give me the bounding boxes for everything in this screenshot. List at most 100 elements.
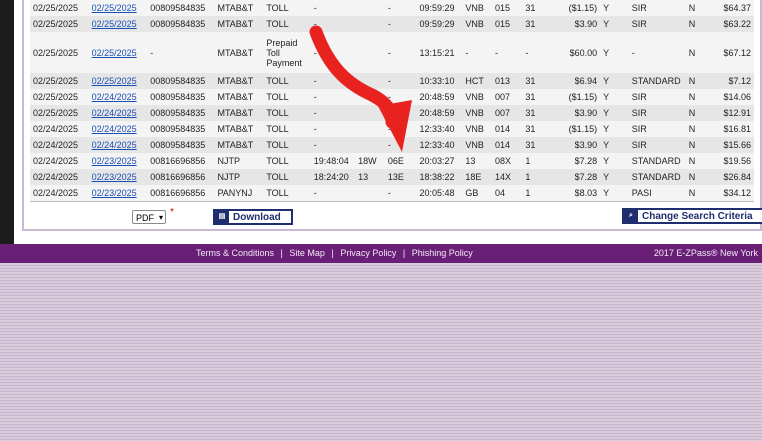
cell-tag-number: 00816696856 [150,172,206,182]
cell-balance: $63.22 [723,19,751,29]
cell-description: TOLL [266,3,289,13]
footer-link-privacy[interactable]: Privacy Policy [340,248,396,258]
cell-description: Prepaid Toll Payment [266,37,302,68]
cell-tag-number: 00816696856 [150,188,206,198]
cell-vehicle-class: 31 [525,108,536,118]
cell-exit-plaza: 13 [465,156,476,166]
cell-y-flag: Y [603,76,610,86]
cell-transaction-date[interactable]: 02/23/2025 [89,185,148,201]
cell-entry-plaza [355,137,385,153]
cell-vehicle-class: 31 [525,92,536,102]
cell-vehicle-class: 31 [525,3,536,13]
cell-posted-date: 02/25/2025 [33,3,79,13]
cell-entry-time: - [313,108,317,118]
cell-y-flag: Y [603,124,610,134]
cell-balance: $16.81 [723,124,751,134]
cell-transaction-date[interactable]: 02/24/2025 [89,121,148,137]
table-row: 02/24/2025 02/24/2025 00809584835 MTAB&T TOL… [30,137,754,153]
download-icon: ▤ [215,211,229,223]
export-format-select[interactable]: PDF ▾ [132,210,166,224]
cell-entry-lane: - [387,19,391,29]
cell-entry-time: - [313,76,317,86]
cell-plan-rate: SIR [631,140,647,150]
cell-posted-date: 02/24/2025 [33,140,79,150]
cell-plan-rate: SIR [631,124,647,134]
cell-y-flag: Y [603,19,610,29]
cell-exit-time: 12:33:40 [419,124,455,134]
cell-transaction-date[interactable]: 02/25/2025 [89,73,148,89]
cell-entry-lane: 13E [387,172,404,182]
cell-entry-plaza [355,0,385,16]
cell-n-flag: N [688,124,696,134]
cell-plan-rate: STANDARD [631,172,681,182]
footer-separator: | [331,248,334,258]
cell-plan-rate: PASI [631,188,652,198]
cell-tag-number: 00809584835 [150,19,206,29]
cell-amount: $7.28 [574,172,598,182]
content-frame: 02/25/2025 02/25/2025 00809584835 MTAB&T TOL… [14,0,762,244]
chevron-down-icon: ▾ [158,213,163,222]
footer-link-phishing[interactable]: Phishing Policy [412,248,473,258]
download-button[interactable]: ▤ Download [213,209,293,225]
cell-tag-number: 00809584835 [150,140,206,150]
footer-link-sitemap[interactable]: Site Map [289,248,325,258]
cell-agency: MTAB&T [217,19,254,29]
cell-transaction-date[interactable]: 02/23/2025 [89,153,148,169]
cell-n-flag: N [688,47,696,58]
cell-balance: $12.91 [723,108,751,118]
transactions-panel: 02/25/2025 02/25/2025 00809584835 MTAB&T TOL… [22,0,762,231]
cell-transaction-date[interactable]: 02/23/2025 [89,169,148,185]
cell-transaction-date[interactable]: 02/24/2025 [89,137,148,153]
cell-balance: $15.66 [723,140,751,150]
cell-agency: PANYNJ [217,188,253,198]
cell-entry-lane: - [387,76,391,86]
cell-y-flag: Y [603,3,610,13]
cell-balance: $19.56 [723,156,751,166]
cell-agency: MTAB&T [217,140,254,150]
cell-posted-date: 02/24/2025 [33,188,79,198]
cell-entry-lane: - [387,188,391,198]
footer-link-terms[interactable]: Terms & Conditions [196,248,274,258]
cell-y-flag: Y [603,47,610,58]
cell-entry-lane: - [387,3,391,13]
cell-agency: MTAB&T [217,124,254,134]
footer-separator: | [402,248,406,258]
cell-transaction-date[interactable]: 02/24/2025 [89,89,148,105]
table-row: 02/24/2025 02/23/2025 00816696856 NJTP TOLL 1… [30,153,754,169]
cell-balance: $67.12 [723,47,751,58]
cell-transaction-date[interactable]: 02/25/2025 [89,16,148,32]
cell-amount: ($1.15) [568,124,598,134]
cell-vehicle-class: 1 [525,172,531,182]
cell-transaction-date[interactable]: 02/25/2025 [89,32,148,73]
cell-entry-time: 19:48:04 [313,156,349,166]
page-background-lower [0,263,762,441]
cell-entry-time: 18:24:20 [313,172,349,182]
site-footer: Terms & Conditions | Site Map | Privacy … [0,244,762,263]
cell-n-flag: N [688,172,696,182]
cell-vehicle-class: 31 [525,19,536,29]
cell-entry-lane: - [387,92,391,102]
cell-entry-time: - [313,124,317,134]
cell-tag-number: 00816696856 [150,156,206,166]
change-search-criteria-button[interactable]: ⌕ Change Search Criteria [622,208,762,224]
footer-links: Terms & Conditions | Site Map | Privacy … [196,248,473,258]
cell-balance: $7.12 [728,76,751,86]
cell-amount: $3.90 [574,108,598,118]
cell-transaction-date[interactable]: 02/24/2025 [89,105,148,121]
cell-y-flag: Y [603,188,610,198]
cell-plan-rate: - [631,47,635,58]
cell-description: TOLL [266,76,289,86]
cell-posted-date: 02/24/2025 [33,156,79,166]
cell-amount: $7.28 [574,156,598,166]
cell-n-flag: N [688,19,696,29]
cell-balance: $34.12 [723,188,751,198]
cell-entry-plaza [355,73,385,89]
cell-description: TOLL [266,108,289,118]
cell-entry-plaza [355,121,385,137]
cell-exit-plaza: VNB [465,140,484,150]
cell-n-flag: N [688,108,696,118]
cell-exit-plaza: HCT [465,76,484,86]
cell-n-flag: N [688,92,696,102]
cell-entry-lane: - [387,47,391,58]
cell-transaction-date[interactable]: 02/25/2025 [89,0,148,16]
